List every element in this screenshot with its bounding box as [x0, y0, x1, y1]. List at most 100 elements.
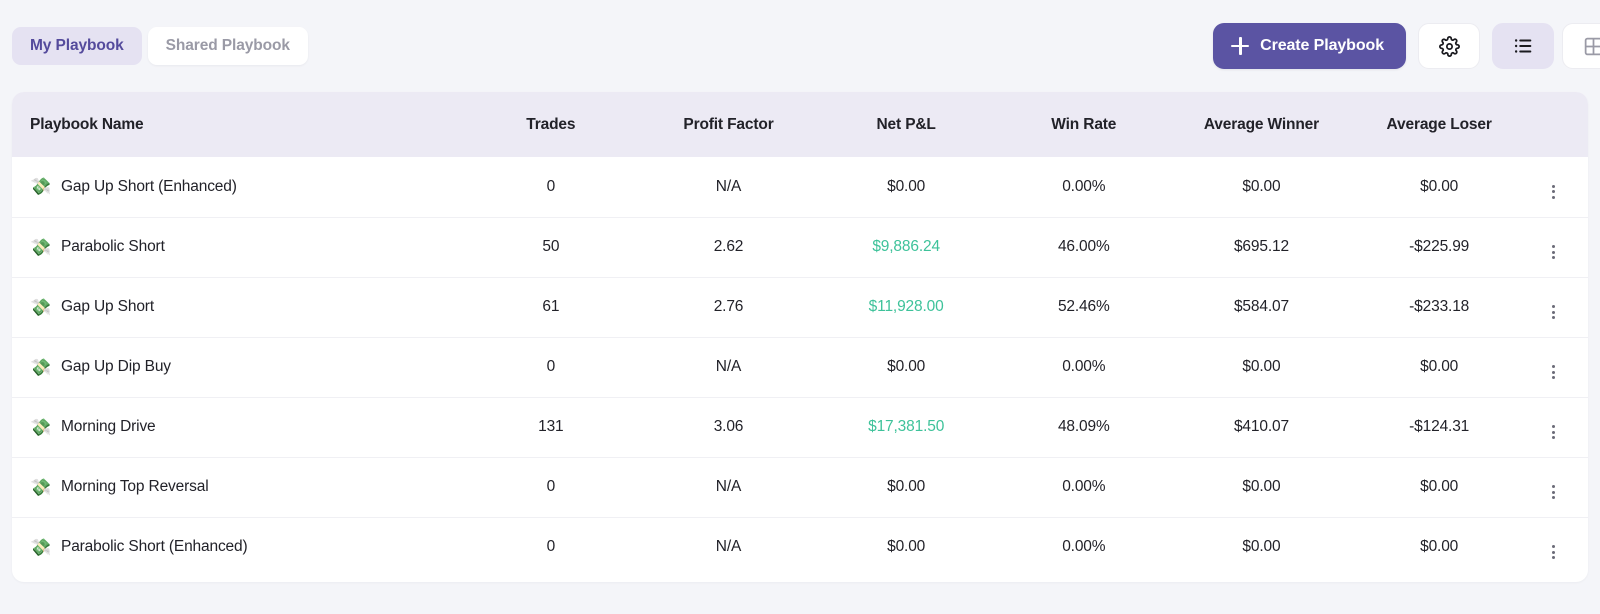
money-wings-icon: 💸: [30, 237, 52, 257]
table-row[interactable]: 💸 Gap Up Short (Enhanced) 0 N/A $0.00 0.00% $0…: [12, 157, 1588, 217]
table-row[interactable]: 💸 Morning Drive 131 3.06 $17,381.50 48.09% $41…: [12, 397, 1588, 457]
table-row[interactable]: 💸 Gap Up Short 61 2.76 $11,928.00 52.46% $584.…: [12, 277, 1588, 337]
column-header-average-winner[interactable]: Average Winner: [1173, 92, 1351, 157]
cell-profit-factor-value: N/A: [715, 538, 742, 556]
cell-win-rate-value: 0.00%: [1062, 358, 1106, 375]
kebab-menu-icon[interactable]: [1528, 365, 1555, 379]
toolbar-actions: Create Playbook: [1213, 23, 1600, 69]
column-header-win-rate[interactable]: Win Rate: [995, 92, 1173, 157]
cell-playbook-name[interactable]: 💸 Gap Up Short: [12, 277, 462, 337]
cell-win-rate: 0.00%: [995, 517, 1173, 577]
cell-win-rate: 48.09%: [995, 397, 1173, 457]
cell-playbook-name[interactable]: 💸 Gap Up Dip Buy: [12, 337, 462, 397]
cell-profit-factor-value: N/A: [715, 177, 742, 195]
cell-average-winner: $0.00: [1173, 157, 1351, 217]
cell-net-pl: $0.00: [817, 457, 995, 517]
table-body: 💸 Gap Up Short (Enhanced) 0 N/A $0.00 0.00% $0…: [12, 157, 1588, 577]
playbook-name-label: Parabolic Short: [61, 238, 165, 255]
cell-profit-factor: 2.62: [640, 217, 818, 277]
cell-net-pl-value: $17,381.50: [868, 418, 945, 435]
cell-trades: 61: [462, 277, 640, 337]
cell-profit-factor: 2.76: [640, 277, 818, 337]
cell-average-winner-value: $0.00: [1242, 177, 1281, 195]
cell-win-rate-value: 0.00%: [1062, 538, 1106, 556]
money-wings-icon: 💸: [30, 537, 52, 557]
cell-average-winner-value: $0.00: [1242, 478, 1281, 495]
cell-average-loser-value: $0.00: [1420, 478, 1459, 495]
playbook-name-label: Gap Up Short: [61, 298, 154, 315]
cell-average-loser: -$225.99: [1350, 217, 1528, 277]
cell-profit-factor: N/A: [640, 517, 818, 577]
cell-playbook-name[interactable]: 💸 Parabolic Short: [12, 217, 462, 277]
column-header-profit-factor[interactable]: Profit Factor: [640, 92, 818, 157]
column-header-trades[interactable]: Trades: [462, 92, 640, 157]
kebab-menu-icon[interactable]: [1528, 245, 1555, 259]
cell-average-loser-value: $0.00: [1420, 177, 1459, 195]
cell-average-loser-value: $0.00: [1420, 538, 1459, 556]
cell-playbook-name[interactable]: 💸 Morning Top Reversal: [12, 457, 462, 517]
playbook-name-label: Gap Up Dip Buy: [61, 358, 171, 375]
grid-view-icon: [1583, 36, 1600, 57]
cell-trades-value: 61: [542, 298, 560, 315]
cell-average-loser: $0.00: [1350, 157, 1528, 217]
cell-net-pl-value: $0.00: [887, 177, 926, 195]
cell-average-loser: -$233.18: [1350, 277, 1528, 337]
cell-average-loser: $0.00: [1350, 337, 1528, 397]
cell-average-winner-value: $695.12: [1233, 238, 1289, 255]
create-playbook-label: Create Playbook: [1260, 37, 1384, 54]
cell-win-rate-value: 0.00%: [1062, 478, 1106, 495]
cell-win-rate-value: 48.09%: [1057, 418, 1110, 435]
playbook-name-label: Gap Up Short (Enhanced): [61, 177, 237, 195]
list-view-button[interactable]: [1492, 23, 1554, 69]
toolbar: My Playbook Shared Playbook Create Playb…: [0, 0, 1600, 92]
cell-playbook-name[interactable]: 💸 Gap Up Short (Enhanced): [12, 157, 462, 217]
cell-net-pl: $17,381.50: [817, 397, 995, 457]
kebab-menu-icon[interactable]: [1528, 545, 1555, 560]
kebab-menu-icon[interactable]: [1528, 184, 1555, 199]
kebab-menu-icon[interactable]: [1528, 305, 1555, 319]
tab-shared-playbook[interactable]: Shared Playbook: [147, 27, 308, 65]
tab-my-playbook[interactable]: My Playbook: [12, 27, 142, 65]
grid-view-button[interactable]: [1562, 23, 1600, 69]
cell-profit-factor: N/A: [640, 157, 818, 217]
money-wings-icon: 💸: [30, 177, 52, 197]
cell-trades: 0: [462, 337, 640, 397]
cell-average-loser: $0.00: [1350, 457, 1528, 517]
cell-profit-factor-value: N/A: [715, 358, 742, 375]
cell-playbook-name[interactable]: 💸 Parabolic Short (Enhanced): [12, 517, 462, 577]
kebab-menu-icon[interactable]: [1528, 485, 1555, 499]
cell-average-winner-value: $410.07: [1233, 418, 1289, 435]
list-view-icon: [1512, 35, 1534, 57]
cell-trades-value: 50: [542, 238, 560, 255]
cell-win-rate: 0.00%: [995, 337, 1173, 397]
cell-row-actions: [1528, 457, 1588, 517]
table-row[interactable]: 💸 Parabolic Short (Enhanced) 0 N/A $0.00 0.00…: [12, 517, 1588, 577]
cell-trades-value: 0: [546, 177, 556, 195]
table-row[interactable]: 💸 Parabolic Short 50 2.62 $9,886.24 46.00% $69…: [12, 217, 1588, 277]
column-header-playbook-name[interactable]: Playbook Name: [12, 92, 462, 157]
table-row[interactable]: 💸 Morning Top Reversal 0 N/A $0.00 0.00% $0.00…: [12, 457, 1588, 517]
kebab-menu-icon[interactable]: [1528, 425, 1555, 439]
money-wings-icon: 💸: [30, 477, 52, 497]
cell-win-rate-value: 46.00%: [1057, 238, 1110, 255]
cell-average-winner: $0.00: [1173, 457, 1351, 517]
cell-average-loser-value: -$124.31: [1409, 418, 1470, 435]
cell-trades: 0: [462, 157, 640, 217]
playbook-name-label: Morning Top Reversal: [61, 478, 209, 495]
column-header-average-loser[interactable]: Average Loser: [1350, 92, 1528, 157]
cell-average-winner-value: $584.07: [1233, 298, 1289, 315]
cell-net-pl: $11,928.00: [817, 277, 995, 337]
create-playbook-button[interactable]: Create Playbook: [1213, 23, 1406, 69]
cell-playbook-name[interactable]: 💸 Morning Drive: [12, 397, 462, 457]
settings-button[interactable]: [1418, 23, 1480, 69]
cell-row-actions: [1528, 157, 1588, 217]
column-header-net-pl[interactable]: Net P&L: [817, 92, 995, 157]
playbook-name-label: Morning Drive: [61, 418, 156, 435]
cell-trades: 50: [462, 217, 640, 277]
cell-average-winner: $410.07: [1173, 397, 1351, 457]
cell-profit-factor: N/A: [640, 337, 818, 397]
cell-net-pl-value: $0.00: [887, 478, 926, 495]
cell-win-rate-value: 0.00%: [1062, 177, 1106, 195]
cell-average-winner-value: $0.00: [1242, 538, 1281, 556]
table-row[interactable]: 💸 Gap Up Dip Buy 0 N/A $0.00 0.00% $0.00 $0.00: [12, 337, 1588, 397]
